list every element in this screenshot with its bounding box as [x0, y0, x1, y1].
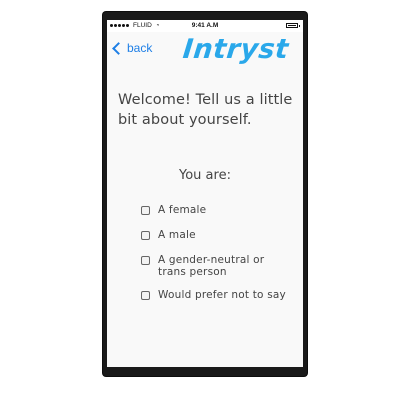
option-gender-neutral[interactable]: A gender-neutral or trans person [141, 254, 291, 278]
brand-logo: Intryst [181, 34, 291, 65]
phone-frame: FLUID ◔ 9:41 A.M back Intryst Welcome! T… [103, 12, 307, 376]
nav-bar: back Intryst [107, 32, 303, 76]
app-screen: FLUID ◔ 9:41 A.M back Intryst Welcome! T… [107, 20, 303, 367]
status-bar: FLUID ◔ 9:41 A.M [107, 20, 303, 32]
checkbox[interactable] [141, 256, 150, 265]
checkbox[interactable] [141, 206, 150, 215]
welcome-heading: Welcome! Tell us a little bit about your… [118, 92, 293, 128]
option-label: A female [158, 204, 207, 216]
back-button[interactable]: back [112, 41, 152, 55]
option-female[interactable]: A female [141, 204, 206, 216]
option-male[interactable]: A male [141, 229, 196, 241]
checkbox[interactable] [141, 231, 150, 240]
chevron-left-icon [112, 42, 125, 55]
option-label: Would prefer not to say [158, 289, 286, 301]
question-label: You are: [179, 168, 231, 183]
back-label: back [127, 41, 153, 55]
checkbox[interactable] [141, 291, 150, 300]
battery-icon [286, 23, 300, 28]
option-label: A male [158, 229, 196, 241]
option-label: A gender-neutral or trans person [158, 254, 265, 278]
option-prefer-not-to-say[interactable]: Would prefer not to say [141, 289, 291, 301]
status-time: 9:41 A.M [191, 22, 219, 29]
